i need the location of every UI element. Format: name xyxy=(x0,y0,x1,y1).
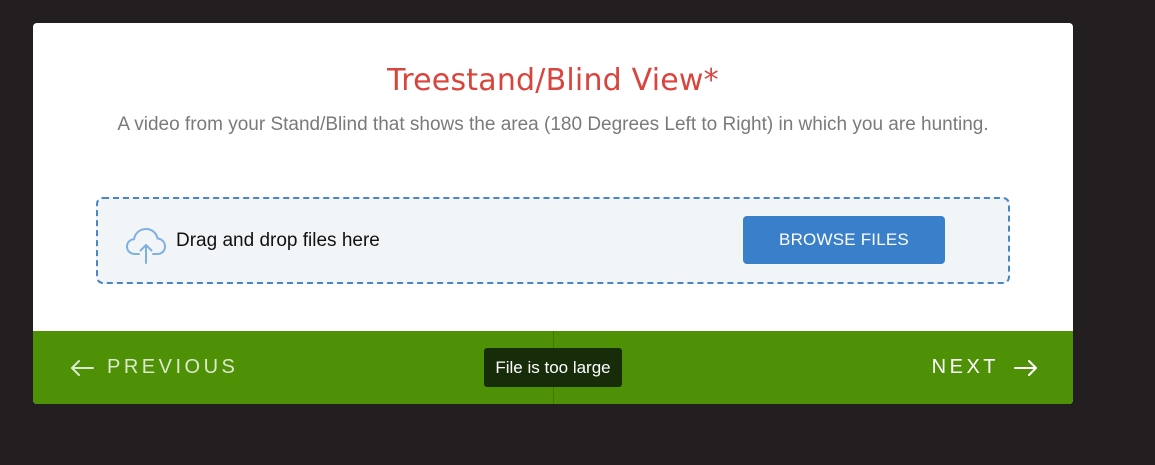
browse-files-button[interactable]: BROWSE FILES xyxy=(743,216,945,264)
file-dropzone[interactable]: Drag and drop files here BROWSE FILES xyxy=(96,197,1010,284)
field-description: A video from your Stand/Blind that shows… xyxy=(117,114,989,135)
page-title: Treestand/Blind View* xyxy=(387,63,719,98)
next-label: NEXT xyxy=(931,356,999,378)
dropzone-label: Drag and drop files here xyxy=(176,230,380,251)
arrow-left-icon xyxy=(71,359,94,376)
previous-button[interactable]: PREVIOUS xyxy=(69,331,238,404)
cloud-upload-icon xyxy=(126,228,166,264)
error-tooltip: File is too large xyxy=(484,348,622,387)
arrow-right-icon xyxy=(1014,359,1037,376)
upload-card: Treestand/Blind View* A video from your … xyxy=(33,23,1073,404)
previous-label: PREVIOUS xyxy=(107,356,239,378)
next-button[interactable]: NEXT xyxy=(932,331,1039,404)
wizard-footer: PREVIOUS File is too large NEXT xyxy=(33,331,1073,404)
